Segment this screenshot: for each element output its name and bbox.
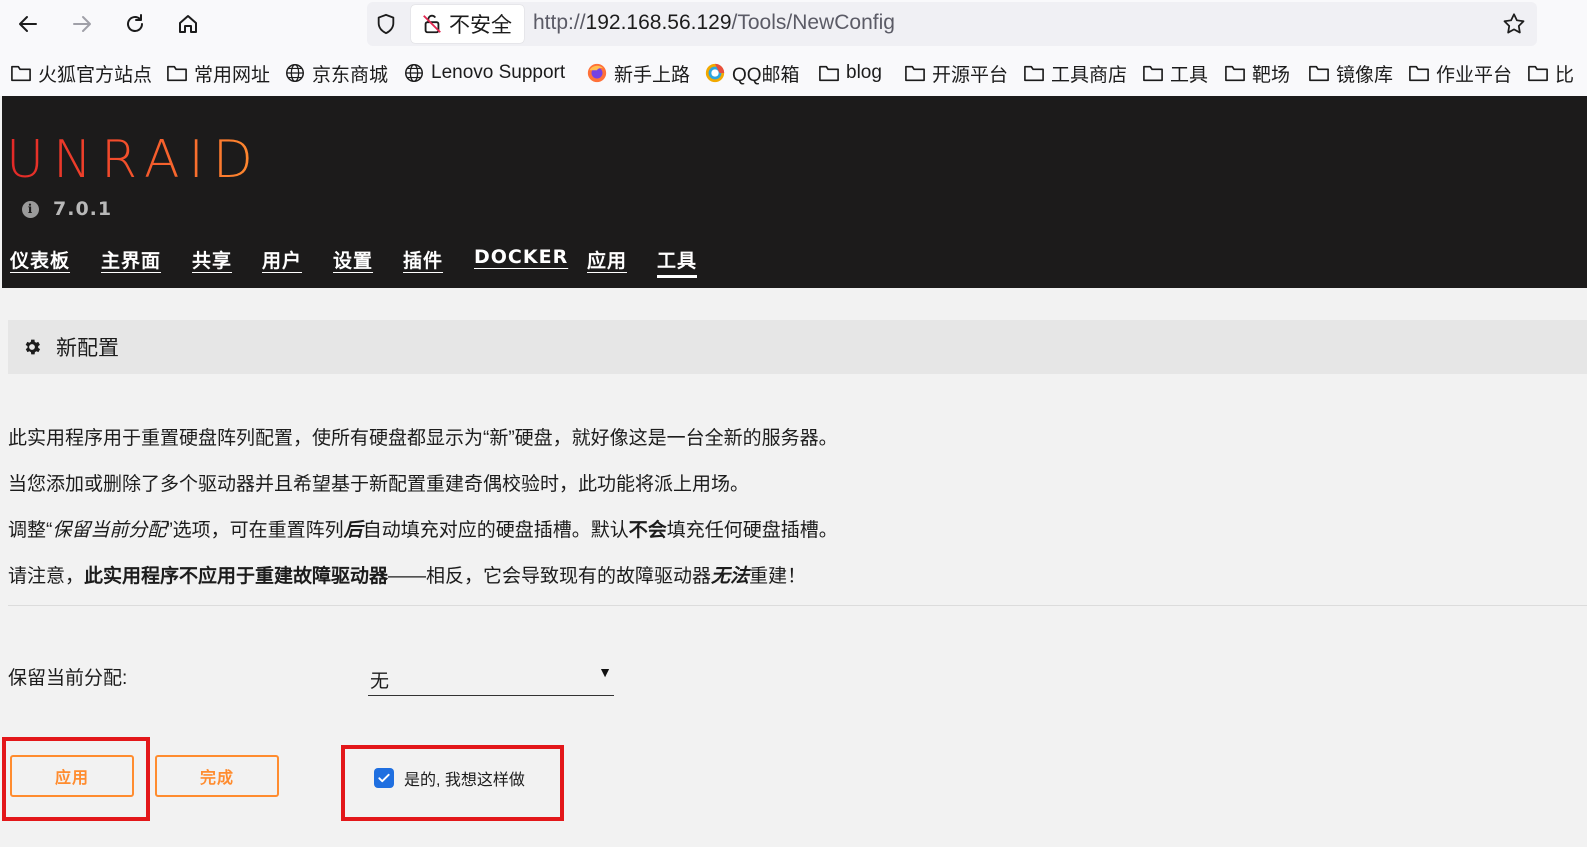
info-icon: i — [22, 200, 39, 218]
bookmark-item[interactable]: 比 — [1527, 60, 1574, 86]
version-number: 7.0.1 — [53, 198, 113, 220]
insecure-label: 不安全 — [449, 14, 512, 37]
home-button[interactable] — [172, 8, 204, 40]
nav-item[interactable]: 仪表板 — [10, 246, 70, 273]
divider — [8, 605, 1587, 606]
shield-icon[interactable] — [375, 13, 397, 35]
page-title: 新配置 — [56, 337, 119, 360]
bookmark-item[interactable]: 京东商城 — [284, 60, 388, 86]
nav-item[interactable]: 工具 — [657, 246, 698, 278]
gear-icon — [25, 339, 41, 355]
bookmark-label: 京东商城 — [312, 64, 389, 86]
folder-icon — [1142, 63, 1164, 83]
bookmark-item[interactable]: 火狐官方站点 — [10, 60, 152, 86]
highlight-frame-confirm — [341, 745, 564, 821]
nav-item[interactable]: 设置 — [333, 246, 373, 273]
bookmark-label: 靶场 — [1252, 64, 1291, 86]
bookmark-label: 常用网址 — [194, 64, 271, 86]
select-value: 无 — [370, 671, 390, 692]
warning-paragraph: 请注意，此实用程序不应用于重建故障驱动器——相反，它会导致现有的故障驱动器无法重… — [8, 566, 807, 587]
bookmark-item[interactable]: 作业平台 — [1408, 60, 1512, 86]
bookmark-label: 工具商店 — [1051, 64, 1128, 86]
folder-icon — [818, 63, 840, 83]
bookmark-item[interactable]: 新手上路 — [586, 60, 690, 86]
url-text[interactable]: http://192.168.56.129/Tools/NewConfig — [533, 11, 895, 35]
arrow-left-icon — [19, 16, 37, 32]
back-button[interactable] — [12, 8, 44, 40]
folder-icon — [1308, 63, 1330, 83]
globe-icon — [403, 62, 425, 84]
folder-icon — [1527, 63, 1549, 83]
bookmark-item[interactable]: 工具商店 — [1023, 60, 1127, 86]
star-icon[interactable] — [1501, 11, 1527, 37]
folder-icon — [1023, 63, 1045, 83]
folder-icon — [904, 63, 926, 83]
version-info[interactable]: i 7.0.1 — [22, 198, 112, 220]
keep-assignments-select[interactable]: 无 ▼ — [368, 661, 614, 696]
forward-button[interactable] — [66, 8, 98, 40]
section-title-bar: 新配置 — [8, 320, 1587, 374]
bookmark-label: 开源平台 — [932, 64, 1009, 86]
qq-mail-icon — [704, 62, 726, 84]
firefox-icon — [586, 62, 608, 84]
bookmark-item[interactable]: 常用网址 — [166, 60, 270, 86]
done-button[interactable]: 完成 — [155, 755, 279, 797]
bookmark-item[interactable]: 开源平台 — [904, 60, 1008, 86]
nav-item[interactable]: DOCKER — [474, 246, 568, 268]
folder-icon — [166, 63, 188, 83]
url-bar[interactable]: 不安全 http://192.168.56.129/Tools/NewConfi… — [367, 2, 1537, 46]
nav-item[interactable]: 应用 — [587, 246, 627, 273]
bookmark-label: 工具 — [1170, 64, 1209, 86]
bookmark-item[interactable]: blog — [818, 60, 882, 86]
bookmark-item[interactable]: 靶场 — [1224, 60, 1290, 86]
unraid-header: UNRAID i 7.0.1 仪表板 主界面 共享 用户 设置 插件 DOCKER 应用 工具 — [2, 96, 1587, 288]
arrow-right-icon — [73, 16, 91, 32]
bookmark-label: Lenovo Support — [431, 62, 566, 83]
bookmarks-bar: 火狐官方站点 常用网址 京东商城 Lenovo Support 新手上路 QQ邮箱 blog… — [0, 50, 1587, 96]
reload-icon — [127, 14, 143, 32]
unraid-logo[interactable]: UNRAID — [6, 130, 262, 190]
insecure-connection-badge[interactable]: 不安全 — [411, 5, 524, 43]
dropdown-arrow-icon: ▼ — [598, 664, 612, 680]
bookmark-item[interactable]: Lenovo Support — [403, 60, 565, 86]
globe-icon — [284, 62, 306, 84]
bookmark-label: blog — [846, 62, 882, 83]
bookmark-item[interactable]: 工具 — [1142, 60, 1208, 86]
folder-icon — [1224, 63, 1246, 83]
bookmark-label: QQ邮箱 — [732, 64, 800, 86]
folder-icon — [10, 63, 32, 83]
nav-item[interactable]: 用户 — [262, 246, 302, 273]
folder-icon — [1408, 63, 1430, 83]
reload-button[interactable] — [119, 8, 151, 40]
highlight-frame-apply — [2, 737, 150, 821]
bookmark-item[interactable]: QQ邮箱 — [704, 60, 800, 86]
nav-item[interactable]: 共享 — [192, 246, 232, 273]
bookmark-label: 火狐官方站点 — [38, 64, 153, 86]
description-paragraph-2: 当您添加或删除了多个驱动器并且希望基于新配置重建奇偶校验时，此功能将派上用场。 — [8, 474, 750, 495]
home-icon — [179, 15, 197, 33]
bookmark-label: 作业平台 — [1436, 64, 1513, 86]
bookmark-label: 新手上路 — [614, 64, 691, 86]
bookmark-label: 比 — [1555, 64, 1575, 86]
browser-toolbar: 不安全 http://192.168.56.129/Tools/NewConfi… — [0, 0, 1587, 50]
keep-assignments-label: 保留当前分配: — [8, 668, 128, 689]
bookmark-item[interactable]: 镜像库 — [1308, 60, 1393, 86]
broken-lock-icon — [423, 14, 441, 34]
nav-item[interactable]: 主界面 — [101, 246, 161, 273]
nav-item[interactable]: 插件 — [403, 246, 443, 273]
bookmark-label: 镜像库 — [1336, 64, 1394, 86]
description-paragraph-3: 调整“保留当前分配”选项，可在重置阵列后自动填充对应的硬盘插槽。默认不会填充任何… — [8, 520, 838, 541]
description-paragraph-1: 此实用程序用于重置硬盘阵列配置，使所有硬盘都显示为“新”硬盘，就好像这是一台全新… — [8, 428, 838, 449]
